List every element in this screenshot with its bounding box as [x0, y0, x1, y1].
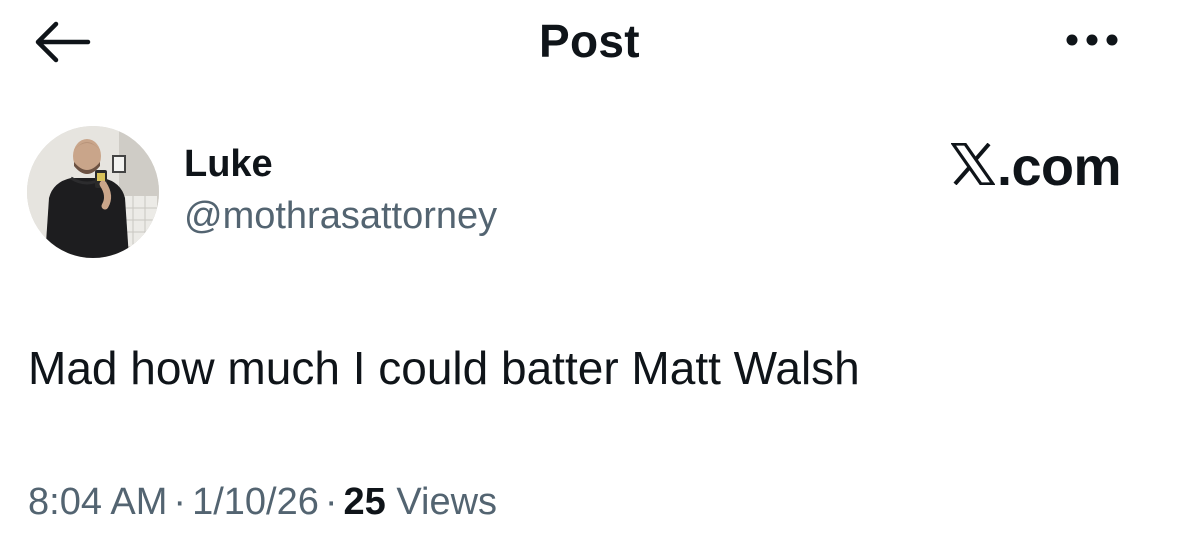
more-options-button[interactable] — [1062, 26, 1126, 54]
post-time[interactable]: 8:04 AM — [28, 481, 167, 523]
page-title: Post — [539, 15, 640, 67]
post-text: Mad how much I could batter Matt Walsh — [28, 342, 860, 394]
post-date[interactable]: 1/10/26 — [192, 481, 319, 523]
avatar[interactable] — [27, 126, 159, 258]
more-horizontal-icon — [1066, 34, 1118, 46]
x-logo-icon — [950, 143, 995, 185]
meta-separator: · — [173, 481, 187, 523]
author-display-name[interactable]: Luke — [184, 140, 273, 188]
post-meta: 8:04 AM · 1/10/26 · 25 Views — [28, 478, 497, 526]
profile-photo — [27, 126, 159, 258]
source-logo: .com — [950, 136, 1122, 198]
post-header: Post — [0, 0, 1179, 80]
author-handle[interactable]: @mothrasattorney — [184, 192, 497, 240]
source-logo-text: .com — [996, 137, 1122, 197]
views-count[interactable]: 25 — [344, 481, 386, 523]
meta-separator: · — [324, 481, 338, 523]
views-label[interactable]: Views — [396, 481, 497, 523]
